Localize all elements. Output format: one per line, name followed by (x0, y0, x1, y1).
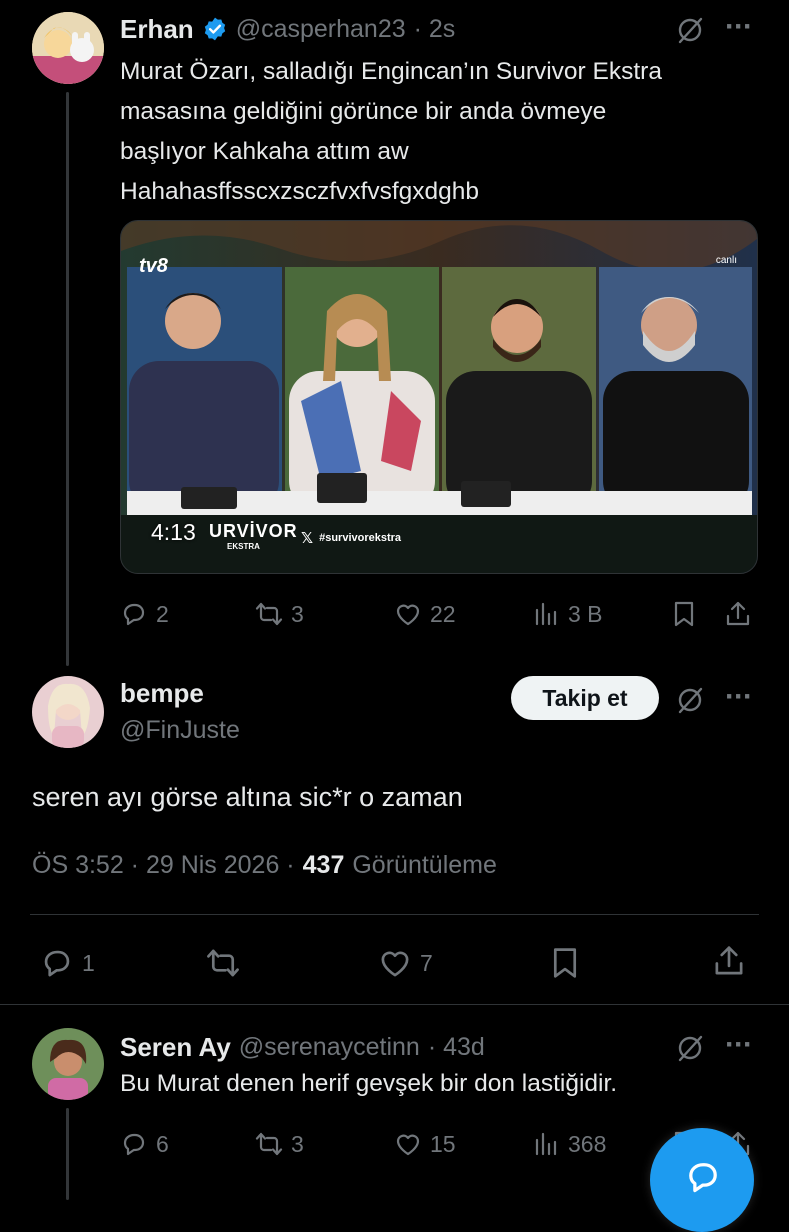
like-button[interactable]: 22 (394, 600, 456, 628)
tweet-time[interactable]: · 43d (428, 1033, 485, 1062)
tweet-time[interactable]: · 2s (414, 15, 456, 44)
share-icon (726, 601, 750, 626)
tweet-text: Murat Özarı, salladığı Engincan’ın Survi… (120, 58, 662, 205)
retweet-icon (207, 949, 239, 977)
views-icon (535, 602, 557, 626)
retweet-button[interactable] (206, 946, 240, 980)
avatar[interactable] (32, 676, 104, 748)
views-label: Görüntüleme (352, 851, 497, 879)
like-button[interactable]: 15 (394, 1130, 456, 1158)
channel-logo: tv8 (139, 255, 168, 277)
bookmark-button[interactable] (548, 946, 582, 980)
avatar[interactable] (32, 1028, 104, 1100)
tweet-timestamp[interactable]: ÖS 3:52 · 29 Nis 2026 · (32, 851, 295, 880)
author-name[interactable]: Seren Ay (120, 1032, 231, 1063)
views-button[interactable]: 368 (532, 1130, 606, 1158)
retweet-button[interactable]: 3 (255, 600, 304, 628)
divider (0, 1004, 789, 1005)
share-icon (715, 946, 743, 975)
video-duration: 4:13 (151, 519, 196, 545)
more-icon[interactable]: ··· (725, 1028, 753, 1062)
retweet-icon (255, 602, 283, 626)
reply-button[interactable]: 1 (40, 946, 95, 980)
retweet-icon (255, 1132, 283, 1156)
more-icon[interactable]: ··· (725, 680, 753, 714)
reply-button[interactable]: 2 (120, 600, 169, 628)
reply-icon (123, 603, 145, 626)
bookmark-icon (553, 948, 577, 978)
divider (30, 914, 759, 915)
views-count: 437 (302, 851, 345, 879)
reply-icon (44, 950, 70, 977)
tweet-text: seren ayı görse altına sic*r o zaman (32, 782, 463, 812)
views-icon (535, 1132, 557, 1156)
author-handle[interactable]: @serenaycetinn (239, 1033, 420, 1062)
grok-icon[interactable] (674, 1032, 706, 1069)
author-handle[interactable]: @casperhan23 (236, 15, 406, 44)
like-icon (396, 1134, 420, 1156)
retweet-button[interactable]: 3 (255, 1130, 304, 1158)
reply-button[interactable]: 6 (120, 1130, 169, 1158)
thread-line (66, 1108, 69, 1200)
video-player[interactable]: tv8 canlı 4:13 URVİVOR EKSTRA 𝕏 #survivo… (120, 220, 758, 574)
bookmark-button[interactable] (670, 600, 698, 628)
author-handle[interactable]: @FinJuste (120, 716, 240, 745)
share-button[interactable] (724, 600, 752, 628)
broadcast-logo: canlı (715, 255, 737, 266)
views-button[interactable]: 3 B (532, 600, 603, 628)
author-name[interactable]: bempe (120, 678, 204, 709)
bookmark-icon (674, 601, 694, 627)
verified-badge-icon (204, 17, 225, 41)
tweet-text: Bu Murat denen herif gevşek bir don last… (120, 1070, 618, 1097)
tweet-meta: ÖS 3:52 · 29 Nis 2026 · 437 Görüntüleme (32, 851, 497, 880)
compose-icon (689, 1163, 717, 1193)
hashtag: #survivorekstra (319, 532, 402, 544)
share-button[interactable] (712, 944, 746, 978)
x-logo-icon: 𝕏 (301, 530, 314, 547)
thread-line (66, 92, 69, 666)
compose-button[interactable] (650, 1128, 754, 1232)
more-icon[interactable]: ··· (725, 10, 753, 44)
show-logo: URVİVOR EKSTRA (209, 521, 298, 551)
like-icon (381, 951, 409, 977)
like-button[interactable]: 7 (378, 946, 433, 980)
grok-icon[interactable] (674, 14, 706, 51)
avatar[interactable] (32, 12, 104, 84)
like-icon (396, 604, 420, 626)
grok-icon[interactable] (674, 684, 706, 721)
author-name[interactable]: Erhan (120, 14, 194, 45)
follow-button[interactable]: Takip et (511, 676, 659, 720)
reply-icon (123, 1133, 145, 1156)
